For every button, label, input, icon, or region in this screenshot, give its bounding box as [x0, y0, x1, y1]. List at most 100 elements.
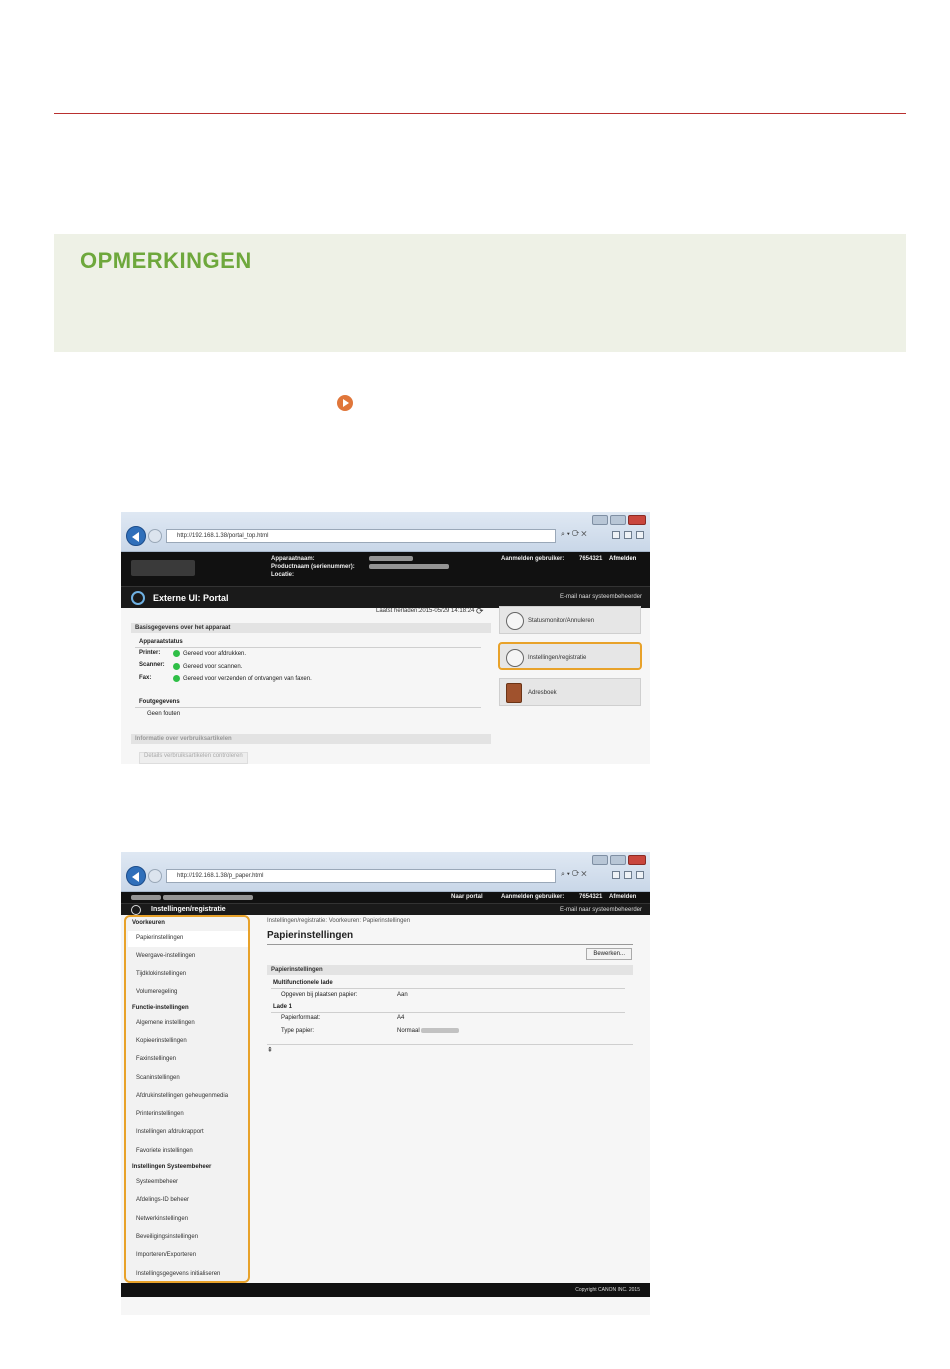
menu-item-general[interactable]: Algemene instellingen: [136, 1020, 195, 1026]
mail-admin-link[interactable]: E-mail naar systeembeheerder: [560, 907, 642, 913]
back-arrow-icon[interactable]: [126, 866, 146, 886]
menu-group-preferences: Voorkeuren: [132, 920, 165, 926]
divider: [271, 1012, 625, 1013]
address-bar[interactable]: http://192.168.1.38/portal_top.html: [166, 529, 556, 543]
address-book-button[interactable]: Adresboek: [499, 678, 641, 706]
address-tools-icon[interactable]: ⌕ ▾ ⟳ ✕: [561, 871, 587, 879]
menu-item-system-management[interactable]: Systeembeheer: [136, 1179, 178, 1185]
breadcrumb: Instellingen/registratie: Voorkeuren: Pa…: [267, 918, 411, 924]
fax-label: Fax:: [139, 675, 152, 681]
edit-button[interactable]: Bewerken...: [586, 948, 632, 960]
status-ok-icon: [173, 675, 180, 682]
address-bar[interactable]: http://192.168.1.38/p_paper.html: [166, 869, 556, 883]
serial-label: Productnaam (serienummer):: [271, 564, 355, 570]
minimize-icon[interactable]: [592, 515, 608, 525]
back-to-top-icon[interactable]: ⇞: [267, 1046, 273, 1054]
favorites-icon[interactable]: [624, 871, 632, 879]
menu-item-printer[interactable]: Printerinstellingen: [136, 1111, 184, 1117]
close-icon[interactable]: [628, 855, 646, 865]
maximize-icon[interactable]: [610, 515, 626, 525]
settings-label: Instellingen/registratie: [528, 655, 587, 661]
toolbar-icons: [612, 531, 644, 539]
title-underline: [267, 944, 633, 945]
login-user-label: Aanmelden gebruiker:: [501, 894, 565, 900]
address-tools-icon[interactable]: ⌕ ▾ ⟳ ✕: [561, 531, 587, 539]
logout-link[interactable]: Afmelden: [609, 556, 636, 562]
maximize-icon[interactable]: [610, 855, 626, 865]
login-user-value: 7654321: [579, 556, 603, 562]
window-controls: [592, 855, 646, 865]
paper-settings-header: Papierinstellingen: [267, 965, 633, 975]
divider: [135, 707, 481, 708]
device-logo: [131, 560, 195, 576]
fax-status-text: Gereed voor verzenden of ontvangen van f…: [183, 676, 312, 683]
menu-item-paper[interactable]: Papierinstellingen: [136, 935, 183, 941]
consumables-header: Informatie over verbruiksartikelen: [131, 734, 491, 744]
settings-button[interactable]: Instellingen/registratie: [498, 642, 642, 670]
menu-item-timer[interactable]: Tijdklokinstellingen: [136, 971, 186, 977]
forward-arrow-icon[interactable]: [148, 869, 162, 883]
note-box: OPMERKINGEN: [54, 234, 906, 352]
menu-item-fax[interactable]: Faxinstellingen: [136, 1056, 176, 1062]
menu-item-report[interactable]: Instellingen afdrukrapport: [136, 1129, 204, 1135]
consumables-button[interactable]: Details verbruiksartikelen controleren: [139, 752, 248, 764]
refresh-icon[interactable]: ⟳: [476, 606, 484, 617]
menu-item-security[interactable]: Beveiligingsinstellingen: [136, 1234, 198, 1240]
menu-item-volume[interactable]: Volumeregeling: [136, 989, 177, 995]
login-user-label: Aanmelden gebruiker:: [501, 556, 565, 562]
mp-specify-value: Aan: [397, 992, 408, 998]
printer-status: Gereed voor afdrukken.: [173, 650, 246, 657]
device-header: Naar portal Aanmelden gebruiker: 7654321…: [121, 892, 650, 903]
gear-icon[interactable]: [636, 871, 644, 879]
close-icon[interactable]: [628, 515, 646, 525]
printer-status-text: Gereed voor afdrukken.: [183, 651, 247, 658]
menu-item-memory-media[interactable]: Afdrukinstellingen geheugenmedia: [136, 1093, 228, 1099]
portal-logo-icon: [131, 591, 145, 605]
portal-title-bar: Externe UI: Portal E-mail naar systeembe…: [121, 586, 650, 608]
minimize-icon[interactable]: [592, 855, 608, 865]
logout-link[interactable]: Afmelden: [609, 894, 636, 900]
mp-specify-label: Opgeven bij plaatsen papier:: [281, 992, 358, 998]
paper-size-value: A4: [397, 1015, 405, 1021]
menu-item-display[interactable]: Weergave-instellingen: [136, 953, 195, 959]
menu-group-system: Instellingen Systeembeheer: [132, 1164, 212, 1170]
menu-item-favorites[interactable]: Favoriete instellingen: [136, 1148, 193, 1154]
gear-icon[interactable]: [636, 531, 644, 539]
divider: [271, 988, 625, 989]
toolbar-icons: [612, 871, 644, 879]
paper-settings-screenshot: http://192.168.1.38/p_paper.html ⌕ ▾ ⟳ ✕…: [121, 852, 650, 1315]
menu-item-initialize[interactable]: Instellingsgegevens initialiseren: [136, 1271, 220, 1277]
paper-type-label: Type papier:: [281, 1028, 315, 1034]
settings-title: Instellingen/registratie: [151, 906, 226, 913]
home-icon[interactable]: [612, 871, 620, 879]
scanner-status-text: Gereed voor scannen.: [183, 664, 243, 671]
to-portal-link[interactable]: Naar portal: [451, 894, 483, 900]
menu-item-copy[interactable]: Kopieerinstellingen: [136, 1038, 187, 1044]
forward-arrow-icon[interactable]: [148, 529, 162, 543]
status-ok-icon: [173, 663, 180, 670]
printer-label: Printer:: [139, 650, 161, 656]
device-name-value: [369, 556, 413, 562]
paper-type-text: Normaal: [397, 1028, 420, 1035]
settings-icon: [131, 905, 141, 915]
device-name-label: Apparaatnaam:: [271, 556, 315, 562]
status-monitor-button[interactable]: Statusmonitor/Annuleren: [499, 606, 641, 634]
note-title: OPMERKINGEN: [80, 248, 252, 273]
mail-admin-link[interactable]: E-mail naar systeembeheerder: [560, 594, 642, 600]
menu-item-import-export[interactable]: Importeren/Exporteren: [136, 1252, 196, 1258]
fax-status: Gereed voor verzenden of ontvangen van f…: [173, 675, 312, 682]
drawer-label: Lade 1: [273, 1004, 293, 1010]
settings-menu: Voorkeuren Papierinstellingen Weergave-i…: [124, 915, 250, 1283]
menu-item-department-id[interactable]: Afdelings-ID beheer: [136, 1197, 189, 1203]
menu-item-scan[interactable]: Scaninstellingen: [136, 1075, 180, 1081]
back-arrow-icon[interactable]: [126, 526, 146, 546]
error-info-label: Foutgegevens: [139, 699, 180, 705]
favorites-icon[interactable]: [624, 531, 632, 539]
serial-value: [369, 564, 449, 570]
settings-icon: [506, 649, 524, 667]
device-info: [131, 895, 291, 901]
home-icon[interactable]: [612, 531, 620, 539]
link-arrow-icon[interactable]: [337, 395, 353, 411]
window-controls: [592, 515, 646, 525]
menu-item-network[interactable]: Netwerkinstellingen: [136, 1216, 188, 1222]
